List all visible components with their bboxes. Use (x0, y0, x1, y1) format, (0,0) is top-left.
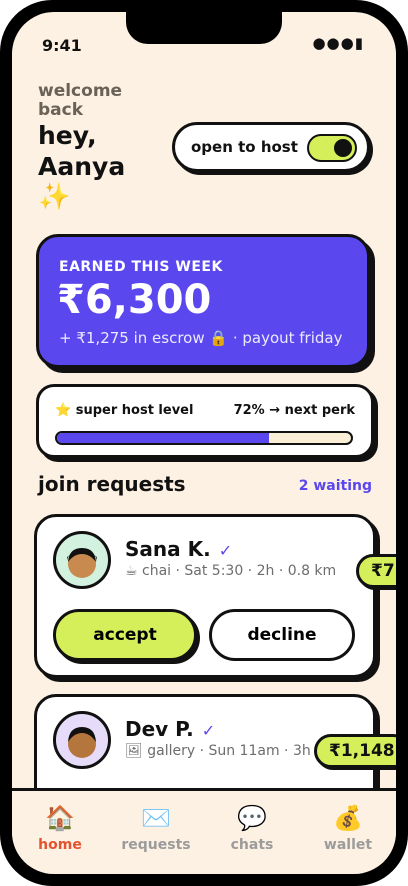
welcome-text: welcome back (38, 81, 123, 120)
nav-label: home (38, 837, 82, 853)
level-progress-fill (57, 433, 269, 443)
requester-name: Dev P. ✓ (125, 717, 215, 741)
accept-button[interactable]: accept (53, 609, 197, 661)
avatar-illustration (68, 727, 96, 758)
nav-home[interactable]: 🏠 home (12, 803, 108, 853)
phone-frame: 9:41 ●●●▮ welcome back hey, Aanya ✨ open… (0, 0, 408, 886)
greeting-title: hey, Aanya (38, 121, 126, 181)
join-requests-title: join requests (38, 472, 186, 496)
nav-label: chats (230, 837, 274, 853)
price-badge: ₹7 (356, 554, 396, 588)
bottom-nav: 🏠 home ✉️ requests 💬 chats 💰 wallet (12, 788, 396, 874)
avatar (53, 711, 111, 769)
request-details: 🖼 gallery · Sun 11am · 3h (125, 743, 311, 759)
earnings-label: EARNED THIS WEEK (59, 259, 223, 275)
nav-chats[interactable]: 💬 chats (204, 803, 300, 853)
status-time: 9:41 (42, 36, 82, 55)
switch-knob (334, 139, 352, 157)
request-card[interactable]: Sana K. ✓ ☕ chai · Sat 5:30 · 2h · 0.8 km… (34, 514, 376, 678)
super-host-level-card[interactable]: ⭐ super host level 72% → next perk (36, 384, 374, 458)
verified-icon: ✓ (218, 541, 233, 560)
app-screen: 9:41 ●●●▮ welcome back hey, Aanya ✨ open… (12, 12, 396, 874)
device-notch (126, 12, 282, 44)
level-progress-bar (55, 431, 353, 445)
earnings-amount: ₹6,300 (57, 277, 212, 323)
level-progress-text: 72% → next perk (233, 403, 355, 418)
sparkle-icon: ✨ (38, 182, 71, 212)
price-badge: ₹1,148 (314, 734, 396, 768)
requester-name: Sana K. ✓ (125, 537, 232, 561)
waiting-count-link[interactable]: 2 waiting (299, 478, 372, 494)
toggle-label: open to host (191, 138, 298, 156)
nav-label: requests (121, 837, 191, 853)
status-icons: ●●●▮ (312, 34, 364, 52)
envelope-icon: ✉️ (141, 804, 171, 832)
avatar-illustration (67, 548, 97, 578)
level-label: ⭐ super host level (55, 403, 194, 418)
verified-icon: ✓ (201, 721, 216, 740)
nav-wallet[interactable]: 💰 wallet (300, 803, 396, 853)
money-bag-icon: 💰 (333, 804, 363, 832)
chat-bubble-icon: 💬 (237, 804, 267, 832)
avatar (53, 531, 111, 589)
earnings-card[interactable]: EARNED THIS WEEK ₹6,300 + ₹1,275 in escr… (36, 234, 370, 368)
requester-name-text: Dev P. (125, 717, 194, 741)
decline-button[interactable]: decline (209, 609, 355, 661)
request-details: ☕ chai · Sat 5:30 · 2h · 0.8 km (125, 563, 337, 579)
host-switch[interactable] (307, 134, 357, 162)
nav-label: wallet (323, 837, 373, 853)
nav-requests[interactable]: ✉️ requests (108, 803, 204, 853)
home-icon: 🏠 (45, 804, 75, 832)
escrow-payout-text: + ₹1,275 in escrow 🔒 · payout friday (59, 329, 343, 347)
requester-name-text: Sana K. (125, 537, 211, 561)
open-to-host-toggle[interactable]: open to host (172, 122, 370, 172)
